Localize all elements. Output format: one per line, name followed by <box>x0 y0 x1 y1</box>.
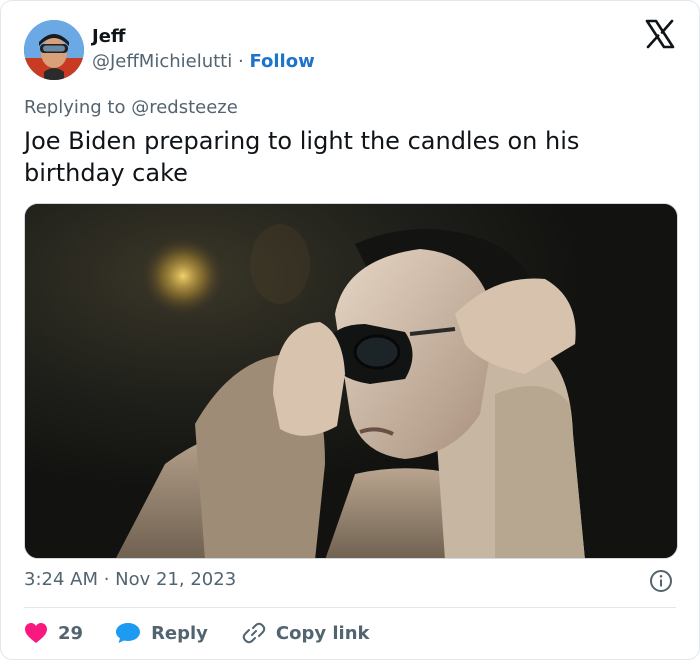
tweet-text: Joe Biden preparing to light the candles… <box>24 127 580 187</box>
author-block: Jeff @JeffMichielutti · Follow <box>92 26 315 74</box>
reply-button[interactable]: Reply <box>115 622 208 644</box>
copy-link-button[interactable]: Copy link <box>242 621 370 645</box>
avatar-image <box>24 20 84 80</box>
reply-mention[interactable]: @redsteeze <box>131 97 238 118</box>
reply-prefix: Replying to <box>24 97 126 118</box>
tweet-media[interactable] <box>24 203 678 559</box>
divider <box>24 607 676 608</box>
like-count: 29 <box>58 622 84 644</box>
handle-separator: · <box>237 51 244 72</box>
author-handle-row: @JeffMichielutti · Follow <box>92 50 315 74</box>
heart-icon <box>25 623 47 643</box>
tweet-header: Jeff @JeffMichielutti · Follow <box>24 18 315 82</box>
info-icon[interactable] <box>649 569 673 593</box>
copy-link-label: Copy link <box>275 622 370 644</box>
speech-bubble-icon <box>116 623 141 643</box>
media-image <box>25 204 677 558</box>
author-display-name[interactable]: Jeff <box>92 26 315 48</box>
follow-button[interactable]: Follow <box>249 51 314 72</box>
avatar[interactable] <box>24 20 84 80</box>
reply-context: Replying to @redsteeze <box>24 97 238 118</box>
tweet-embed-card: Jeff @JeffMichielutti · Follow Replying … <box>0 0 700 660</box>
reply-label: Reply <box>151 622 208 644</box>
tweet-timestamp[interactable]: 3:24 AM · Nov 21, 2023 <box>24 569 236 590</box>
x-logo-icon[interactable] <box>645 19 675 49</box>
tweet-actions: 29 Reply Copy link <box>24 619 370 647</box>
author-handle[interactable]: @JeffMichielutti <box>92 51 232 72</box>
link-icon <box>242 622 266 644</box>
like-button[interactable]: 29 <box>24 622 83 644</box>
